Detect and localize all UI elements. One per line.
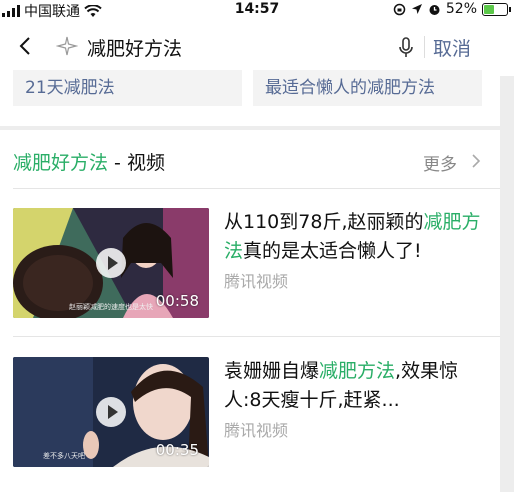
battery-icon <box>482 2 511 16</box>
video-title-text: 从110到78斤,赵丽颖的 <box>224 211 424 233</box>
related-search-pill[interactable]: 21天减肥法 <box>13 70 242 106</box>
card-title: 减肥好方法 - 视频 <box>13 148 165 175</box>
divider <box>13 336 500 337</box>
related-searches-card: 21天减肥法 最适合懒人的减肥方法 <box>0 70 500 126</box>
video-thumbnail[interactable]: 差不多八天吧 00:35 <box>13 357 209 467</box>
battery-percent: 52% <box>445 1 477 17</box>
search-input[interactable]: 减肥好方法 <box>87 34 182 61</box>
microphone-icon[interactable] <box>397 36 415 60</box>
video-source: 腾讯视频 <box>224 272 289 291</box>
related-search-pill[interactable]: 最适合懒人的减肥方法 <box>253 70 482 106</box>
video-source: 腾讯视频 <box>224 421 289 440</box>
divider <box>13 188 500 189</box>
video-title-keyword: 减肥方法 <box>319 360 396 382</box>
video-title-text: 真的是太适合懒人了! <box>243 240 422 262</box>
battery-fill <box>484 4 494 14</box>
status-right: 52% <box>393 1 511 17</box>
video-results-card: 减肥好方法 - 视频 更多 赵丽颖减肥的速度也是太快 00:58 从110到78… <box>0 130 500 492</box>
video-title[interactable]: 从110到78斤,赵丽颖的减肥方法真的是太适合懒人了! <box>224 208 488 266</box>
more-link[interactable]: 更多 <box>423 150 457 175</box>
alarm-icon <box>429 4 440 15</box>
play-icon[interactable] <box>96 397 126 427</box>
status-bar: 中国联通 14:57 52% <box>0 0 514 20</box>
video-thumbnail[interactable]: 赵丽颖减肥的速度也是太快 00:58 <box>13 208 209 318</box>
search-header: 减肥好方法 取消 <box>0 20 514 76</box>
search-logo-icon <box>56 36 78 56</box>
video-result-item[interactable]: 差不多八天吧 00:35 袁姗姗自爆减肥方法,效果惊人:8天瘦十斤,赶紧... … <box>0 357 500 487</box>
location-icon <box>411 4 422 14</box>
video-duration: 00:35 <box>155 441 199 459</box>
video-title-text: 袁姗姗自爆 <box>224 360 320 382</box>
back-icon[interactable] <box>14 34 38 58</box>
chevron-right-icon[interactable] <box>470 152 482 170</box>
card-title-suffix: - 视频 <box>108 152 165 174</box>
video-result-item[interactable]: 赵丽颖减肥的速度也是太快 00:58 从110到78斤,赵丽颖的减肥方法真的是太… <box>0 208 500 338</box>
cancel-button[interactable]: 取消 <box>433 34 471 61</box>
header-divider <box>424 36 425 58</box>
video-title[interactable]: 袁姗姗自爆减肥方法,效果惊人:8天瘦十斤,赶紧... <box>224 357 488 415</box>
rotation-lock-icon <box>393 3 406 15</box>
play-icon[interactable] <box>96 248 126 278</box>
card-title-keyword: 减肥好方法 <box>13 152 109 174</box>
video-duration: 00:58 <box>155 292 199 310</box>
